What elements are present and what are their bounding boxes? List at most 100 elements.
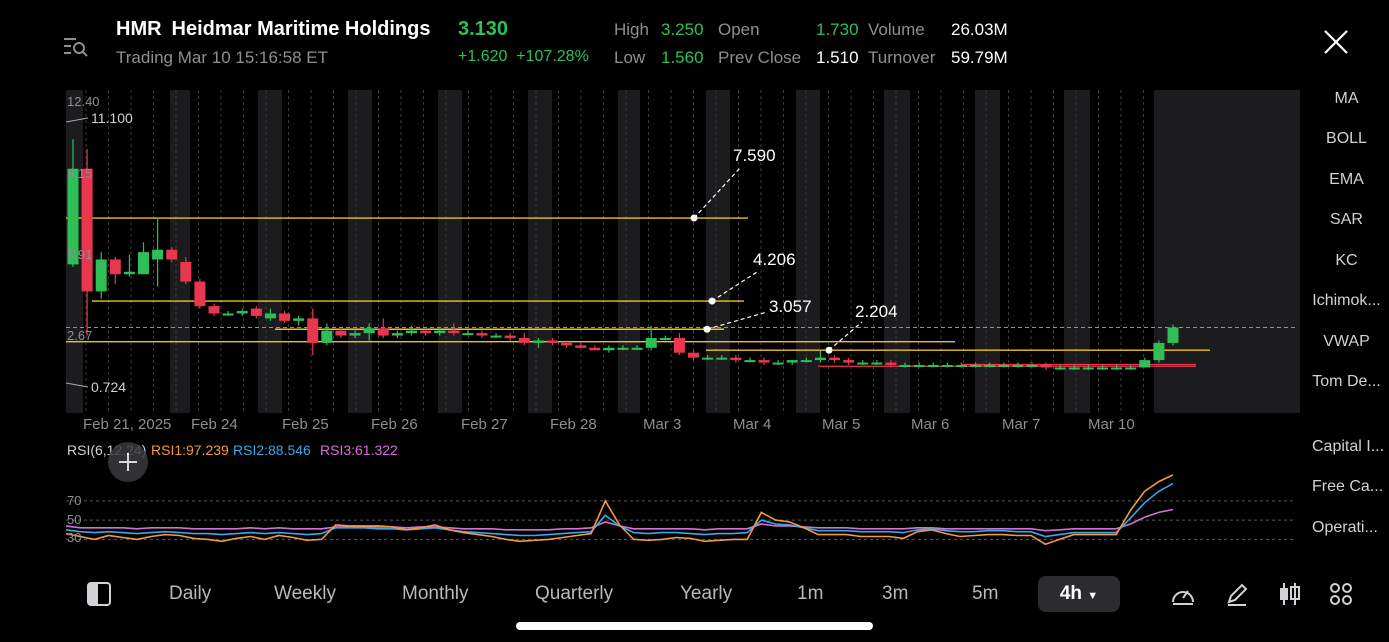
candle-body	[1111, 367, 1123, 370]
sub-indicator-operating[interactable]: Operati...	[1312, 519, 1389, 537]
indicator-ichimoku[interactable]: Ichimok...	[1309, 292, 1384, 310]
tab-weekly[interactable]: Weekly	[274, 576, 336, 612]
tab-4h[interactable]: 4h ▼	[1038, 576, 1120, 612]
candle-body	[1167, 327, 1179, 343]
low-marker: 0.724	[91, 379, 127, 395]
indicator-ma[interactable]: MA	[1309, 90, 1384, 108]
rsi-level-label: 70	[67, 493, 82, 508]
candle-body	[321, 330, 333, 343]
candle-body	[166, 249, 178, 260]
price-axis-label: 9.15	[67, 166, 93, 181]
candle-body	[984, 365, 996, 368]
candle-body	[772, 362, 784, 365]
x-axis-label: Mar 6	[911, 416, 950, 433]
annotation-point	[690, 214, 698, 222]
candle-body	[293, 318, 305, 321]
candle-body	[561, 342, 573, 346]
indicator-sar[interactable]: SAR	[1309, 211, 1384, 229]
candle-body	[462, 333, 474, 336]
add-indicator-button[interactable]	[108, 442, 148, 482]
candle-body	[1125, 367, 1137, 370]
candle-type-icon[interactable]	[1276, 581, 1302, 607]
candle-body	[490, 335, 502, 338]
sub-indicator-capital[interactable]: Capital I...	[1312, 438, 1389, 456]
candle-body	[307, 318, 319, 343]
tab-3m[interactable]: 3m	[882, 576, 908, 612]
candle-body	[800, 360, 812, 363]
grid-apps-icon[interactable]	[1329, 582, 1353, 606]
candle-body	[532, 340, 544, 343]
candle-body	[603, 347, 615, 351]
candle-body	[81, 168, 93, 292]
candle-body	[194, 281, 206, 307]
session-band	[796, 90, 820, 413]
plus-icon	[119, 453, 137, 471]
candle-body	[645, 338, 657, 348]
timeframe-tabs: Daily Weekly Monthly Quarterly Yearly 1m…	[0, 576, 1300, 612]
candle-body	[688, 352, 700, 358]
tab-yearly[interactable]: Yearly	[680, 576, 732, 612]
candle-body	[659, 338, 671, 341]
x-axis-label: Mar 4	[733, 416, 772, 433]
candle-body	[1068, 367, 1080, 370]
indicator-ema[interactable]: EMA	[1309, 171, 1384, 189]
candle-body	[448, 330, 460, 334]
session-band	[528, 90, 552, 413]
annotation-point	[708, 297, 716, 305]
indicator-boll[interactable]: BOLL	[1309, 130, 1384, 148]
x-axis-label: Mar 7	[1002, 416, 1041, 433]
rsi1-legend: RSI1:97.239	[151, 442, 229, 458]
candle-body	[857, 362, 869, 365]
annotation-label: 7.590	[733, 146, 776, 165]
price-axis-label: 2.67	[67, 328, 93, 343]
candle-body	[758, 360, 770, 363]
candlestick-chart[interactable]	[0, 0, 1300, 570]
candle-body	[1096, 367, 1108, 370]
rsi3-legend: RSI3:61.322	[320, 442, 398, 458]
candle-body	[180, 261, 192, 282]
candle-body	[1082, 367, 1094, 370]
candle-body	[814, 357, 826, 361]
indicator-tom-demark[interactable]: Tom De...	[1309, 373, 1384, 391]
high-marker: 11.100	[91, 110, 133, 126]
candle-body	[673, 338, 685, 353]
candle-body	[631, 347, 643, 350]
sub-indicator-free-cash[interactable]: Free Ca...	[1312, 478, 1389, 496]
candle-body	[405, 330, 417, 334]
candle-body	[1026, 365, 1038, 368]
x-axis-label: Feb 26	[371, 416, 418, 433]
x-axis-label: Mar 10	[1088, 416, 1135, 433]
close-icon[interactable]	[1322, 28, 1350, 56]
tab-1m[interactable]: 1m	[797, 576, 823, 612]
session-band	[258, 90, 282, 413]
candle-body	[913, 365, 925, 368]
tab-daily[interactable]: Daily	[169, 576, 211, 612]
indicator-vwap[interactable]: VWAP	[1309, 333, 1384, 351]
candle-body	[617, 347, 629, 350]
tab-monthly[interactable]: Monthly	[402, 576, 469, 612]
candle-body	[391, 333, 403, 336]
candle-body	[279, 313, 291, 321]
candle-body	[476, 333, 488, 336]
tab-5m[interactable]: 5m	[972, 576, 998, 612]
candle-body	[716, 357, 728, 360]
candle-body	[885, 362, 897, 366]
rsi-level-label: 50	[67, 512, 82, 527]
candle-body	[829, 357, 841, 361]
candle-body	[236, 311, 248, 314]
speedometer-icon[interactable]	[1170, 582, 1196, 608]
home-indicator[interactable]	[516, 622, 873, 630]
candle-body	[955, 365, 967, 368]
tab-quarterly[interactable]: Quarterly	[535, 576, 613, 612]
draw-pencil-icon[interactable]	[1224, 581, 1250, 607]
candle-body	[941, 365, 953, 368]
x-axis-label: Feb 25	[282, 416, 329, 433]
annotation-leader	[828, 321, 863, 351]
indicator-kc[interactable]: KC	[1309, 252, 1384, 270]
price-axis-label: 5.91	[67, 247, 93, 262]
candle-body	[546, 340, 558, 343]
candle-body	[208, 306, 220, 314]
x-axis-label: Mar 5	[822, 416, 861, 433]
candle-body	[871, 362, 883, 365]
candle-body	[95, 259, 107, 292]
